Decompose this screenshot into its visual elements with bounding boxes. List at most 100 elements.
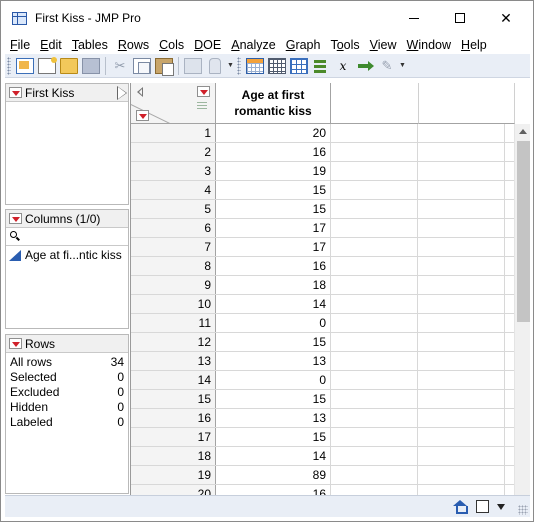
menu-graph[interactable]: Graph <box>281 36 326 54</box>
row-number[interactable]: 5 <box>131 200 216 218</box>
row-number[interactable]: 1 <box>131 124 216 142</box>
table-row[interactable]: 14 0 <box>131 371 515 390</box>
toolbar-grip[interactable] <box>7 56 11 75</box>
table-cell[interactable]: 15 <box>216 333 331 351</box>
collapse-left-icon[interactable] <box>137 87 143 97</box>
empty-cell[interactable] <box>331 257 418 275</box>
menu-analyze[interactable]: Analyze <box>226 36 280 54</box>
table-row[interactable]: 6 17 <box>131 219 515 238</box>
copy-icon[interactable] <box>133 57 151 74</box>
red-triangle-icon[interactable] <box>9 338 22 349</box>
table-row[interactable]: 17 15 <box>131 428 515 447</box>
empty-cell[interactable] <box>331 124 418 142</box>
empty-cell[interactable] <box>331 276 418 294</box>
table-cell[interactable]: 16 <box>216 485 331 495</box>
table-cell[interactable]: 13 <box>216 409 331 427</box>
empty-cell[interactable] <box>331 200 418 218</box>
row-number[interactable]: 8 <box>131 257 216 275</box>
column-header[interactable]: Age at first romantic kiss <box>216 83 331 124</box>
save-icon[interactable] <box>82 57 100 74</box>
empty-cell[interactable] <box>331 352 418 370</box>
empty-cell[interactable] <box>331 162 418 180</box>
row-number[interactable]: 6 <box>131 219 216 237</box>
distribution-icon[interactable] <box>312 58 330 74</box>
row-number[interactable]: 2 <box>131 143 216 161</box>
empty-cell[interactable] <box>331 390 418 408</box>
row-number[interactable]: 15 <box>131 390 216 408</box>
empty-cell[interactable] <box>418 466 505 484</box>
empty-cell[interactable] <box>331 333 418 351</box>
menu-view[interactable]: View <box>365 36 402 54</box>
vertical-scrollbar[interactable] <box>514 124 530 495</box>
table-row[interactable]: 11 0 <box>131 314 515 333</box>
empty-cell[interactable] <box>418 162 505 180</box>
pen-icon[interactable]: ✎ <box>378 58 396 74</box>
column-list-item[interactable]: Age at fi...ntic kiss <box>6 246 128 264</box>
empty-cell[interactable] <box>331 219 418 237</box>
empty-cell[interactable] <box>331 143 418 161</box>
table-row[interactable]: 20 16 <box>131 485 515 495</box>
row-number[interactable]: 20 <box>131 485 216 495</box>
toolbar-dropdown-icon[interactable]: ▼ <box>227 58 235 74</box>
empty-cell[interactable] <box>418 428 505 446</box>
row-number[interactable]: 10 <box>131 295 216 313</box>
checkbox-icon[interactable] <box>476 500 489 513</box>
empty-cell[interactable] <box>418 219 505 237</box>
toolbar-grip[interactable] <box>237 56 241 75</box>
table-cell[interactable]: 14 <box>216 295 331 313</box>
table-row[interactable]: 16 13 <box>131 409 515 428</box>
empty-cell[interactable] <box>418 352 505 370</box>
red-triangle-icon[interactable] <box>9 213 22 224</box>
menu-edit[interactable]: Edit <box>35 36 67 54</box>
table-cell[interactable]: 16 <box>216 143 331 161</box>
column-search-input[interactable] <box>6 228 128 246</box>
empty-column-header[interactable] <box>419 83 515 124</box>
cut-icon[interactable]: ✂ <box>111 58 129 74</box>
empty-cell[interactable] <box>331 485 418 495</box>
row-number[interactable]: 4 <box>131 181 216 199</box>
empty-cell[interactable] <box>418 409 505 427</box>
table-cell[interactable]: 89 <box>216 466 331 484</box>
table-row[interactable]: 12 15 <box>131 333 515 352</box>
column-red-triangle-icon[interactable] <box>197 86 210 97</box>
empty-cell[interactable] <box>418 447 505 465</box>
table-row[interactable]: 3 19 <box>131 162 515 181</box>
scrollbar-thumb[interactable] <box>517 141 530 322</box>
table-row[interactable]: 10 14 <box>131 295 515 314</box>
grid-icon[interactable] <box>268 57 286 74</box>
empty-column-header[interactable] <box>331 83 419 124</box>
new-data-table-icon[interactable] <box>16 57 34 74</box>
row-red-triangle-icon[interactable] <box>136 110 149 121</box>
table-cell[interactable]: 14 <box>216 447 331 465</box>
empty-cell[interactable] <box>418 390 505 408</box>
scroll-up-icon[interactable] <box>519 129 527 134</box>
table-row[interactable]: 13 13 <box>131 352 515 371</box>
row-number[interactable]: 18 <box>131 447 216 465</box>
home-icon[interactable] <box>453 500 468 514</box>
table-cell[interactable]: 17 <box>216 219 331 237</box>
table-row[interactable]: 9 18 <box>131 276 515 295</box>
menu-doe[interactable]: DOE <box>189 36 226 54</box>
menu-help[interactable]: Help <box>456 36 492 54</box>
empty-cell[interactable] <box>418 371 505 389</box>
table-cell[interactable]: 15 <box>216 390 331 408</box>
paste-icon[interactable] <box>155 57 174 76</box>
row-number[interactable]: 17 <box>131 428 216 446</box>
new-script-icon[interactable] <box>38 56 57 74</box>
table-row[interactable]: 19 89 <box>131 466 515 485</box>
table-row[interactable]: 1 20 <box>131 124 515 143</box>
menu-window[interactable]: Window <box>402 36 456 54</box>
table-row[interactable]: 5 15 <box>131 200 515 219</box>
row-number[interactable]: 9 <box>131 276 216 294</box>
dropdown-icon[interactable] <box>497 504 505 510</box>
empty-cell[interactable] <box>331 466 418 484</box>
minimize-button[interactable] <box>391 1 437 35</box>
table-cell[interactable]: 18 <box>216 276 331 294</box>
empty-cell[interactable] <box>331 428 418 446</box>
data-table-icon[interactable] <box>246 57 264 74</box>
row-number[interactable]: 12 <box>131 333 216 351</box>
empty-cell[interactable] <box>418 314 505 332</box>
table-cell[interactable]: 19 <box>216 162 331 180</box>
table-row[interactable]: 2 16 <box>131 143 515 162</box>
table-row[interactable]: 8 16 <box>131 257 515 276</box>
